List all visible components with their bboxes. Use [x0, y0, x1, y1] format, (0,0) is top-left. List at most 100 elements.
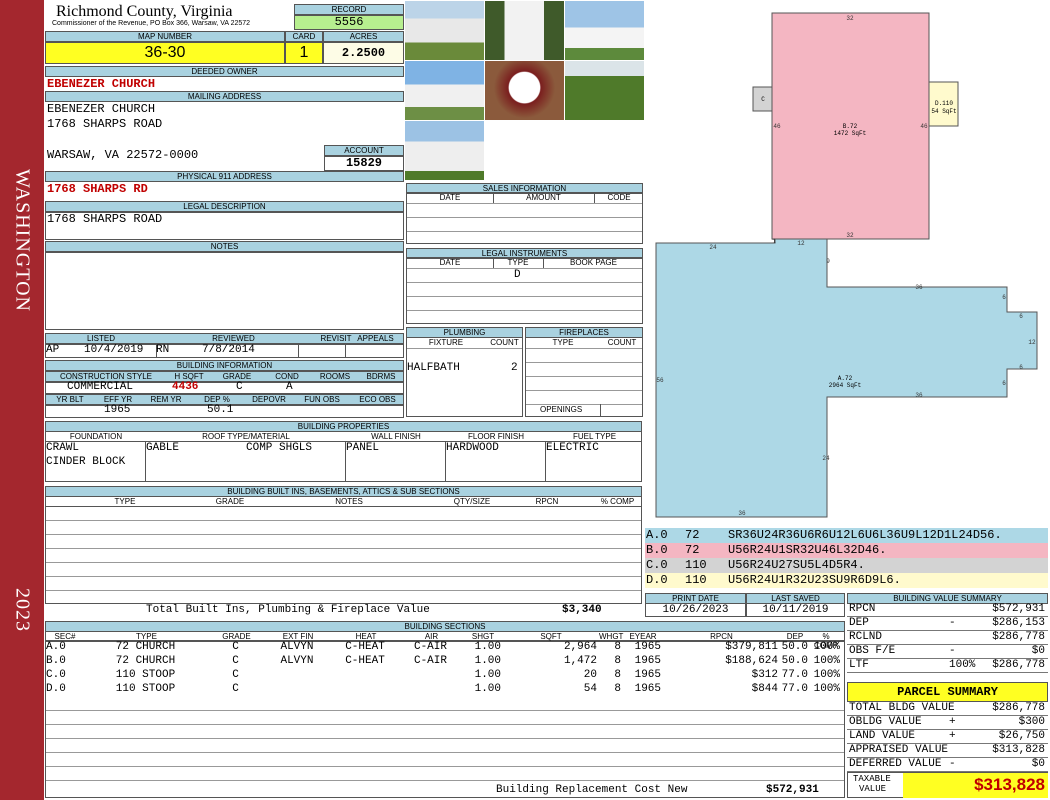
summary-l: OBS F/E	[849, 645, 896, 657]
summary-row: APPRAISED VALUE $313,828	[847, 744, 1048, 758]
sections-col: RPCN	[710, 632, 733, 641]
col-grade: GRADE	[222, 372, 252, 381]
card-number: 1	[285, 42, 323, 64]
segment-id: D.0	[646, 573, 668, 587]
photo-2[interactable]	[485, 1, 564, 60]
construction-style: COMMERCIAL	[67, 381, 134, 393]
sections-col: DEP	[786, 632, 804, 641]
summary-v: $286,778	[992, 631, 1045, 643]
listing-header: LISTED REVIEWED REVISIT APPEALS	[45, 333, 404, 344]
col-foundation: FOUNDATION	[69, 432, 123, 441]
photo-7[interactable]	[405, 121, 484, 180]
dim-a-6c: 6	[1019, 364, 1023, 371]
col-ecoobs: ECO OBS	[359, 395, 396, 404]
section-cell: 72 CHURCH	[115, 641, 176, 653]
summary-v: $286,778	[992, 702, 1045, 714]
segment-path: SR36U24R36U6R6U12L6U6L36U9L12D1L24D56.	[728, 528, 1002, 542]
summary-s: +	[949, 716, 956, 728]
sections-col: SHGT	[471, 632, 495, 641]
fireplaces-openings: OPENINGS	[540, 405, 583, 414]
summary-v: $300	[1018, 716, 1045, 728]
cond-value: A	[286, 381, 293, 393]
sections-header: SEC# TYPE GRADE EXT FIN HEAT AIR SHGT SQFT WHGT E…	[45, 631, 845, 650]
col-cond: COND	[275, 372, 299, 381]
section-cell: 1.00	[474, 669, 501, 681]
acres-label: ACRES	[323, 31, 404, 42]
section-cell: 1965	[634, 655, 661, 667]
foundation-1: CRAWL	[46, 442, 80, 454]
dim-a-24: 24	[709, 244, 717, 251]
section-cell: 77.0	[781, 669, 808, 681]
photo-5[interactable]	[485, 61, 564, 120]
roof-material: COMP SHGLS	[246, 442, 313, 454]
col-fuel: FUEL TYPE	[572, 432, 617, 441]
a-area: 2964 SqFt	[829, 382, 861, 389]
summary-row: TOTAL BLDG VALUE $286,778	[847, 702, 1048, 716]
section-cell: ALVYN	[280, 641, 314, 653]
summary-row: LTF 100% $286,778	[847, 659, 1048, 673]
photo-6[interactable]	[565, 61, 644, 120]
summary-v: $0	[1031, 645, 1045, 657]
builtins-table	[45, 506, 642, 604]
wall-finish: PANEL	[346, 442, 380, 454]
section-cell: C	[232, 683, 239, 695]
section-cell: $379,811	[725, 641, 778, 653]
section-cell: C-AIR	[413, 655, 447, 667]
section-cell: A.0	[46, 641, 66, 653]
col-bi-comp: % COMP	[600, 497, 635, 506]
col-effyr: EFF YR	[103, 395, 133, 404]
summary-s: -	[949, 617, 956, 629]
section-cell: C	[232, 641, 239, 653]
section-cell: 1.00	[474, 683, 501, 695]
d-label: D.110	[935, 100, 953, 107]
listed-by: AP	[46, 344, 60, 356]
section-cell: C	[232, 669, 239, 681]
summary-l: LTF	[849, 659, 869, 671]
section-cell: 8	[614, 669, 621, 681]
plumbing-count: 2	[511, 362, 518, 374]
taxable-value: $313,828	[903, 773, 1048, 798]
taxable-label-1: TAXABLE	[853, 774, 891, 784]
section-cell: 1.00	[474, 655, 501, 667]
mailing-address-label: MAILING ADDRESS	[45, 91, 404, 102]
a-label: A.72	[838, 375, 853, 382]
dim-a-6d: 6	[1002, 380, 1006, 387]
sections-col: EYEAR	[629, 632, 657, 641]
mailing-line-2: 1768 SHARPS ROAD	[47, 117, 163, 131]
section-cell: 8	[614, 683, 621, 695]
section-cell: 77.0	[781, 683, 808, 695]
summary-row: DEP - $286,153	[847, 617, 1048, 631]
account-label: ACCOUNT	[324, 145, 404, 156]
replacement-cost-label: Building Replacement Cost New	[496, 784, 688, 796]
legal-description-label: LEGAL DESCRIPTION	[45, 201, 404, 212]
dim-a-36b: 36	[738, 510, 746, 517]
account-value: 15829	[324, 156, 404, 171]
summary-l: APPRAISED VALUE	[849, 744, 949, 756]
photo-1[interactable]	[405, 1, 484, 60]
section-cell: 1965	[634, 669, 661, 681]
reviewed-by: RN	[156, 344, 170, 356]
legal-col-date: DATE	[439, 258, 461, 267]
notes-label: NOTES	[45, 241, 404, 252]
summary-l: LAND VALUE	[849, 730, 916, 742]
col-rooms: ROOMS	[319, 372, 351, 381]
segment-path: U56R24U1R32U23SU9R6D9L6.	[728, 573, 901, 587]
replacement-cost: $572,931	[766, 784, 819, 796]
builtins-total: $3,340	[562, 604, 602, 616]
section-cell: 1965	[634, 683, 661, 695]
segment-path: U56R24U27SU5L4D5R4.	[728, 558, 865, 572]
sections-col: WHGT	[599, 632, 624, 641]
county-title: Richmond County, Virginia	[56, 3, 233, 20]
col-bi-qty: QTY/SIZE	[453, 497, 491, 506]
sections-col: GRADE	[222, 632, 251, 641]
col-construction-style: CONSTRUCTION STYLE	[59, 372, 152, 381]
legal-instruments-table: DATE TYPE BOOK PAGE D	[406, 257, 643, 324]
summary-v: $286,153	[992, 617, 1045, 629]
summary-v: $0	[1031, 758, 1045, 770]
dim-b-top: 32	[846, 15, 854, 22]
section-cell: 110 STOOP	[115, 683, 176, 695]
photo-3[interactable]	[565, 1, 644, 60]
record-label: RECORD	[294, 4, 404, 15]
photo-4[interactable]	[405, 61, 484, 120]
county-address: Commissioner of the Revenue, PO Box 366,…	[52, 20, 251, 27]
